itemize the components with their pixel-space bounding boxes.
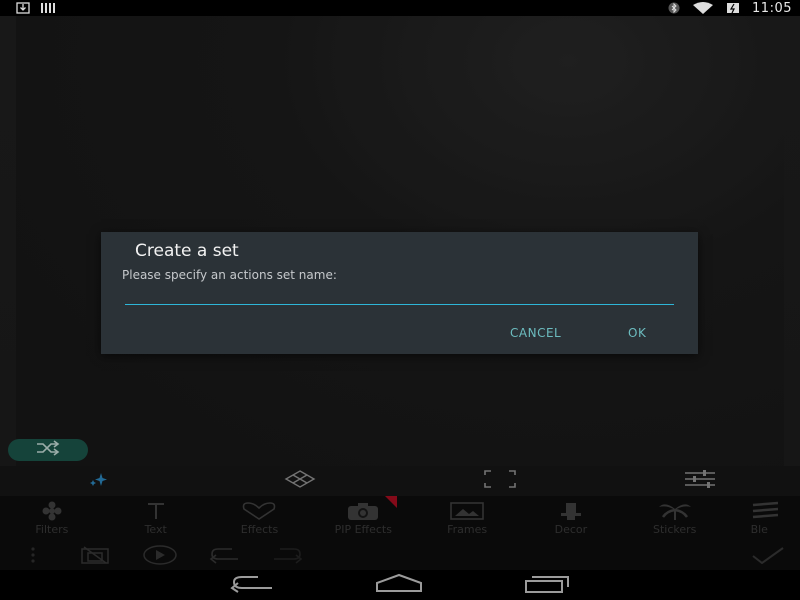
download-icon	[16, 0, 30, 18]
cancel-button[interactable]: CANCEL	[510, 326, 561, 340]
battery-icon	[726, 0, 740, 18]
set-name-input[interactable]	[125, 290, 674, 305]
status-bar: 11:05	[0, 0, 800, 16]
signal-bars-icon	[40, 0, 56, 18]
wifi-icon	[692, 0, 714, 18]
dialog-message: Please specify an actions set name:	[122, 268, 337, 282]
create-set-dialog: Create a set Please specify an actions s…	[101, 232, 698, 354]
dialog-title: Create a set	[135, 241, 239, 261]
bluetooth-icon	[668, 0, 680, 18]
ok-button[interactable]: OK	[628, 326, 646, 340]
status-time: 11:05	[752, 0, 792, 16]
